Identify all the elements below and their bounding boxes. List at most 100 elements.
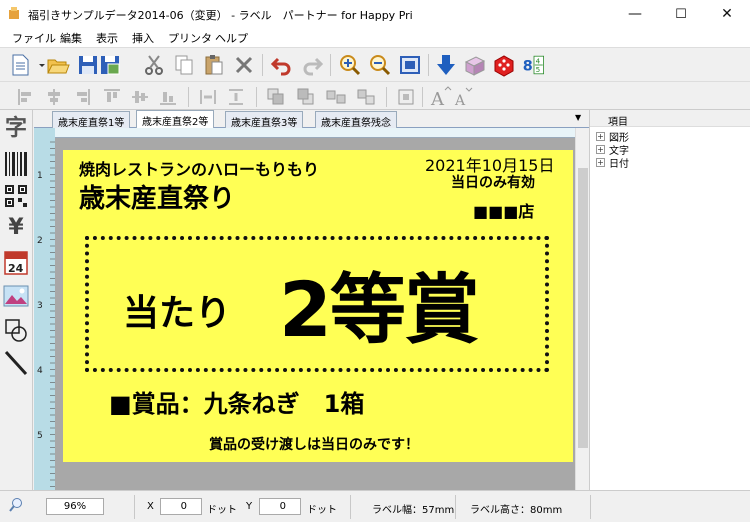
prize-item-text[interactable]: ■賞品：九条ねぎ 1箱 (109, 384, 364, 419)
expand-icon[interactable]: + (596, 158, 605, 167)
qrcode-tool-icon[interactable] (3, 182, 29, 210)
print-icon[interactable] (462, 53, 486, 77)
prize-rank-text[interactable]: 2等賞 (279, 248, 480, 358)
store-text[interactable]: ■■■店 (473, 198, 534, 222)
validity-text[interactable]: 当日のみ有効 (451, 172, 535, 192)
distribute-horizontal-icon[interactable] (196, 85, 220, 109)
ruler-mark: 4 (37, 366, 43, 376)
item-panel-title: 項目 (608, 117, 628, 128)
shape-tool-icon[interactable] (3, 316, 29, 344)
image-tool-icon[interactable] (3, 282, 29, 310)
event-name-text[interactable]: 歳末産直祭り (79, 178, 235, 215)
fit-window-icon[interactable] (398, 53, 422, 77)
ruler-mark: 5 (37, 431, 43, 441)
maximize-button[interactable]: ☐ (658, 0, 704, 28)
zoom-magnifier-icon[interactable] (8, 497, 24, 516)
window-title: 福引きサンプルデータ2014-06（変更） - ラベル パートナー for Ha… (28, 9, 413, 22)
zoom-in-icon[interactable] (338, 53, 362, 77)
currency-tool[interactable]: ¥ (3, 214, 29, 242)
menu-file[interactable]: ファイル (12, 30, 56, 46)
distribute-vertical-icon[interactable] (224, 85, 248, 109)
ungroup-icon[interactable] (354, 85, 378, 109)
ruler-mark: 3 (37, 301, 43, 311)
main-toolbar: 8 4 5 (0, 47, 750, 81)
copy-icon[interactable] (172, 53, 196, 77)
x-coordinate-field[interactable]: 0 (160, 498, 202, 515)
bring-front-icon[interactable] (264, 85, 288, 109)
new-file-icon[interactable] (8, 53, 32, 77)
calendar-tool-icon[interactable]: 24 (3, 248, 29, 276)
zoom-field[interactable]: 96% (46, 498, 104, 515)
zoom-out-icon[interactable] (368, 53, 392, 77)
properties-icon[interactable] (394, 85, 418, 109)
notice-text[interactable]: 賞品の受け渡しは当日のみです！ (209, 434, 419, 454)
dice-icon[interactable] (492, 53, 516, 77)
font-larger-icon[interactable]: A (428, 85, 452, 110)
menu-view[interactable]: 表示 (96, 30, 118, 46)
align-right-icon[interactable] (70, 85, 94, 109)
menu-insert[interactable]: 挿入 (132, 30, 154, 46)
app-icon (9, 7, 19, 19)
svg-text:A: A (454, 93, 466, 109)
svg-text:A: A (430, 89, 445, 109)
cut-icon[interactable] (142, 53, 166, 77)
group-icon[interactable] (324, 85, 348, 109)
text-tool[interactable]: 字 (3, 116, 29, 144)
save-icon[interactable] (76, 53, 100, 77)
y-label: Y (246, 501, 253, 512)
open-folder-icon[interactable] (46, 53, 70, 77)
save-as-icon[interactable] (98, 53, 122, 77)
page-bottom-number: 5 (536, 65, 541, 74)
y-coordinate-field[interactable]: 0 (259, 498, 301, 515)
menu-bar: ファイル 編集 表示 挿入 プリンタ ヘルプ (0, 28, 750, 47)
tab-dropdown-icon[interactable]: ▼ (575, 113, 581, 122)
tab-grand-sale-1st[interactable]: 歳末産直祭1等 (52, 111, 131, 129)
download-arrow-icon[interactable] (434, 53, 458, 77)
label-height-text: ラベル高さ：80mm (470, 505, 563, 516)
page-number-icon[interactable]: 8 4 5 (522, 53, 552, 77)
undo-icon[interactable] (270, 53, 294, 77)
expand-icon[interactable]: + (596, 132, 605, 141)
align-top-icon[interactable] (100, 85, 124, 109)
page-top-number: 4 (536, 56, 541, 65)
page-left-number: 8 (523, 59, 533, 75)
menu-printer[interactable]: プリンタ (168, 30, 212, 46)
align-middle-icon[interactable] (128, 85, 152, 109)
prize-prefix-text[interactable]: 当たり (123, 284, 231, 336)
x-unit: ドット (207, 505, 237, 516)
vertical-ruler: 1 2 3 4 5 (34, 128, 55, 490)
label-width-text: ラベル幅：57mm (372, 505, 455, 516)
align-center-icon[interactable] (42, 85, 66, 109)
tree-item-label: 日付 (609, 159, 629, 170)
item-panel-header: 項目 (590, 110, 750, 128)
title-bar: 福引きサンプルデータ2014-06（変更） - ラベル パートナー for Ha… (0, 0, 750, 28)
shop-line-text[interactable]: 焼肉レストランのハローもりもり (79, 156, 319, 180)
paste-icon[interactable] (202, 53, 226, 77)
horizontal-ruler (55, 128, 575, 138)
vertical-scrollbar[interactable] (575, 128, 589, 490)
close-button[interactable]: ✕ (704, 0, 750, 28)
menu-help[interactable]: ヘルプ (215, 30, 248, 46)
new-dropdown-icon[interactable] (30, 53, 45, 77)
font-smaller-icon[interactable]: A (452, 85, 476, 109)
label-preview[interactable]: 焼肉レストランのハローもりもり 歳末産直祭り 2021年10月15日 当日のみ有… (63, 150, 573, 462)
expand-icon[interactable]: + (596, 145, 605, 154)
delete-icon[interactable] (232, 53, 256, 77)
tab-grand-sale-miss[interactable]: 歳末産直祭残念 (315, 111, 397, 129)
tab-grand-sale-3rd[interactable]: 歳末産直祭3等 (225, 111, 304, 129)
redo-icon[interactable] (300, 53, 324, 77)
send-back-icon[interactable] (294, 85, 318, 109)
prize-frame[interactable]: 当たり 2等賞 (85, 236, 549, 372)
tab-grand-sale-2nd[interactable]: 歳末産直祭2等 (136, 110, 215, 128)
ruler-mark: 2 (37, 236, 43, 246)
x-label: X (147, 501, 154, 512)
y-unit: ドット (307, 505, 337, 516)
menu-edit[interactable]: 編集 (60, 30, 82, 46)
align-bottom-icon[interactable] (156, 85, 180, 109)
minimize-button[interactable]: — (612, 0, 658, 28)
align-left-icon[interactable] (14, 85, 38, 109)
line-tool-icon[interactable] (3, 348, 29, 376)
tree-item-date[interactable]: + 日付 (596, 155, 629, 170)
scrollbar-thumb[interactable] (578, 168, 588, 448)
barcode-tool-icon[interactable] (3, 150, 29, 178)
